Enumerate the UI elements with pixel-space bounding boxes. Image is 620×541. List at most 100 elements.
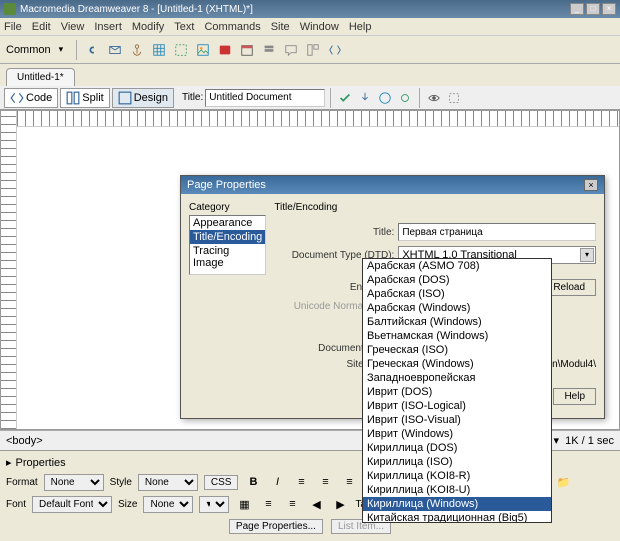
comment-icon[interactable] — [282, 41, 300, 59]
outdent-icon[interactable]: ◀ — [307, 495, 325, 513]
tag-chooser-icon[interactable] — [326, 41, 344, 59]
encoding-option[interactable]: Кириллица (KOI8-R) — [363, 469, 551, 483]
encoding-option[interactable]: Кириллица (DOS) — [363, 441, 551, 455]
minimize-button[interactable]: _ — [570, 3, 584, 15]
category-item[interactable]: Tracing Image — [190, 244, 265, 270]
category-list[interactable]: AppearanceTitle/EncodingTracing Image — [189, 215, 266, 275]
encoding-option[interactable]: Арабская (ISO) — [363, 287, 551, 301]
document-toolbar: Code Split Design Title: — [0, 86, 620, 110]
menu-view[interactable]: View — [61, 21, 85, 33]
email-icon[interactable] — [106, 41, 124, 59]
menu-window[interactable]: Window — [300, 21, 339, 33]
dialog-close-button[interactable]: × — [584, 179, 598, 191]
design-view-button[interactable]: Design — [112, 88, 174, 108]
style-select[interactable]: None — [138, 474, 198, 491]
browse-folder-icon[interactable]: 📁 — [554, 473, 572, 491]
view-options-icon[interactable] — [425, 89, 443, 107]
split-view-button[interactable]: Split — [60, 88, 109, 108]
tag-selector[interactable]: <body> — [6, 435, 375, 447]
text-color-icon[interactable]: ▦ — [235, 495, 253, 513]
menu-site[interactable]: Site — [271, 21, 290, 33]
help-button[interactable]: Help — [553, 388, 596, 405]
download-size: 1K / 1 sec — [565, 435, 614, 447]
title-label: Title: — [182, 92, 203, 103]
italic-button[interactable]: I — [268, 473, 286, 491]
menubar: File Edit View Insert Modify Text Commands Site… — [0, 18, 620, 36]
file-mgmt-icon[interactable] — [356, 89, 374, 107]
encoding-option[interactable]: Арабская (ASMO 708) — [363, 259, 551, 273]
style-label: Style — [110, 477, 132, 488]
horizontal-ruler — [17, 111, 619, 127]
format-label: Format — [6, 477, 38, 488]
encoding-option[interactable]: Балтийская (Windows) — [363, 315, 551, 329]
encoding-option[interactable]: Греческая (Windows) — [363, 357, 551, 371]
app-title: Macromedia Dreamweaver 8 - [Untitled-1 (… — [20, 4, 570, 15]
ordered-list-icon[interactable]: ≡ — [283, 495, 301, 513]
image-icon[interactable] — [194, 41, 212, 59]
menu-commands[interactable]: Commands — [204, 21, 260, 33]
div-icon[interactable] — [172, 41, 190, 59]
align-center-icon[interactable]: ≡ — [316, 473, 334, 491]
hyperlink-icon[interactable] — [84, 41, 102, 59]
maximize-button[interactable]: □ — [586, 3, 600, 15]
size-label: Size — [118, 499, 137, 510]
close-button[interactable]: × — [602, 3, 616, 15]
encoding-option[interactable]: Кириллица (ISO) — [363, 455, 551, 469]
document-tabs: Untitled-1* — [0, 64, 620, 86]
properties-header: Properties — [16, 457, 66, 469]
validate-icon[interactable] — [336, 89, 354, 107]
menu-text[interactable]: Text — [174, 21, 194, 33]
unordered-list-icon[interactable]: ≡ — [259, 495, 277, 513]
chevron-down-icon[interactable]: ▾ — [59, 44, 69, 55]
css-button[interactable]: CSS — [204, 475, 239, 490]
page-properties-button[interactable]: Page Properties... — [229, 519, 323, 534]
refresh-icon[interactable] — [396, 89, 414, 107]
encoding-option[interactable]: Кириллица (KOI8-U) — [363, 483, 551, 497]
encoding-option[interactable]: Греческая (ISO) — [363, 343, 551, 357]
menu-help[interactable]: Help — [349, 21, 372, 33]
category-item[interactable]: Title/Encoding — [190, 230, 265, 244]
app-titlebar: Macromedia Dreamweaver 8 - [Untitled-1 (… — [0, 0, 620, 18]
bold-button[interactable]: B — [244, 473, 262, 491]
code-view-button[interactable]: Code — [4, 88, 58, 108]
expand-icon[interactable]: ▸ — [6, 456, 12, 469]
encoding-option[interactable]: Арабская (DOS) — [363, 273, 551, 287]
align-right-icon[interactable]: ≡ — [340, 473, 358, 491]
menu-insert[interactable]: Insert — [94, 21, 122, 33]
size-unit-select[interactable]: ▾ — [199, 496, 229, 513]
title-field-input[interactable] — [398, 223, 596, 241]
document-title-input[interactable] — [205, 89, 325, 107]
format-select[interactable]: None — [44, 474, 104, 491]
menu-edit[interactable]: Edit — [32, 21, 51, 33]
encoding-option[interactable]: Иврит (ISO-Logical) — [363, 399, 551, 413]
encoding-option[interactable]: Китайская традиционная (Big5) — [363, 511, 551, 523]
anchor-icon[interactable] — [128, 41, 146, 59]
font-label: Font — [6, 499, 26, 510]
size-select[interactable]: None — [143, 496, 193, 513]
date-icon[interactable] — [238, 41, 256, 59]
table-icon[interactable] — [150, 41, 168, 59]
encoding-option[interactable]: Иврит (Windows) — [363, 427, 551, 441]
align-left-icon[interactable]: ≡ — [292, 473, 310, 491]
templates-icon[interactable] — [304, 41, 322, 59]
dialog-title: Page Properties — [187, 179, 266, 191]
menu-file[interactable]: File — [4, 21, 22, 33]
media-icon[interactable] — [216, 41, 234, 59]
insert-toolbar: Common ▾ — [0, 36, 620, 64]
encoding-option[interactable]: Вьетнамская (Windows) — [363, 329, 551, 343]
document-tab[interactable]: Untitled-1* — [6, 68, 75, 86]
preview-icon[interactable] — [376, 89, 394, 107]
font-select[interactable]: Default Font — [32, 496, 112, 513]
category-item[interactable]: Appearance — [190, 216, 265, 230]
encoding-option[interactable]: Иврит (ISO-Visual) — [363, 413, 551, 427]
server-icon[interactable] — [260, 41, 278, 59]
encoding-option[interactable]: Иврит (DOS) — [363, 385, 551, 399]
encoding-option[interactable]: Кириллица (Windows) — [363, 497, 551, 511]
encoding-option[interactable]: Западноевропейская — [363, 371, 551, 385]
encoding-dropdown[interactable]: Арабская (ASMO 708)Арабская (DOS)Арабска… — [362, 258, 552, 523]
insert-category-label[interactable]: Common — [6, 44, 51, 56]
indent-icon[interactable]: ▶ — [331, 495, 349, 513]
encoding-option[interactable]: Арабская (Windows) — [363, 301, 551, 315]
menu-modify[interactable]: Modify — [132, 21, 164, 33]
visual-aids-icon[interactable] — [445, 89, 463, 107]
